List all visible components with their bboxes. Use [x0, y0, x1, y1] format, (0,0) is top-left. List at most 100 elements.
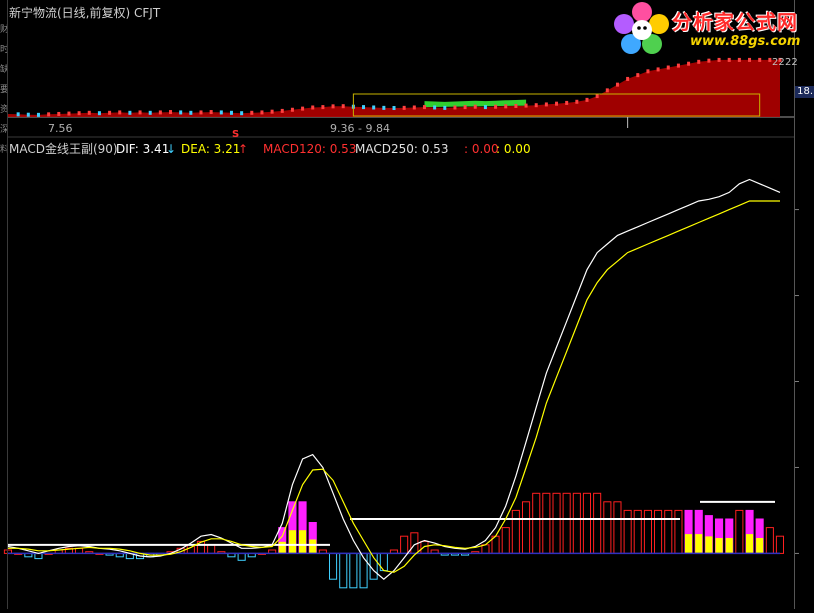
- left-tab-char[interactable]: 料: [0, 142, 7, 155]
- macd-bar-yellow: [756, 538, 764, 554]
- macd-bar: [775, 535, 785, 554]
- price-candle: [534, 103, 538, 108]
- price-candle: [483, 105, 487, 110]
- dif-value: DIF: 3.41: [116, 142, 170, 156]
- left-tab-char[interactable]: 资: [0, 102, 7, 115]
- price-candle: [422, 105, 426, 110]
- dif-arrow-icon: ↓: [166, 142, 177, 156]
- price-candle: [453, 105, 457, 110]
- macd-bar: [735, 509, 744, 554]
- macd-bar: [400, 535, 409, 554]
- price-candle: [108, 110, 112, 115]
- price-candle: [301, 106, 305, 111]
- left-tab-char[interactable]: 财: [0, 22, 7, 35]
- price-candle: [748, 57, 752, 62]
- sell-marker: S: [232, 129, 240, 140]
- price-candle: [128, 110, 132, 115]
- price-candle: [270, 109, 274, 114]
- price-candle: [311, 105, 315, 110]
- price-candle: [494, 104, 498, 109]
- price-candle: [372, 105, 376, 110]
- price-high-label-2: 22: [785, 57, 798, 68]
- price-candle: [138, 110, 142, 115]
- macd-bar: [654, 509, 663, 554]
- price-candle: [504, 104, 508, 109]
- price-candle: [209, 110, 213, 115]
- price-candle: [524, 103, 528, 108]
- price-candle: [717, 57, 721, 62]
- macd-bar: [542, 492, 551, 554]
- price-candle: [737, 57, 741, 62]
- left-tab-strip[interactable]: 财时缺要资深料: [0, 0, 8, 609]
- macd-bar: [562, 492, 571, 554]
- chart-canvas: [3, 57, 799, 589]
- macd120-value: MACD120: 0.53: [263, 142, 357, 156]
- price-candle: [229, 110, 233, 115]
- site-logo: 分析家公式网 www.88gs.com: [610, 0, 814, 58]
- price-candle: [676, 63, 680, 68]
- macd-bar: [572, 492, 581, 554]
- logo-title: 分析家公式网: [672, 10, 798, 34]
- right-price-scale: 18.: [794, 0, 814, 609]
- price-candle: [575, 99, 579, 104]
- extra-value-2: : 0.00: [496, 142, 531, 156]
- price-candle: [412, 105, 416, 110]
- price-candle: [555, 101, 559, 106]
- price-candle: [16, 112, 20, 117]
- macd-bar: [329, 552, 338, 580]
- price-candle: [697, 59, 701, 64]
- price-candle: [758, 57, 762, 62]
- macd-bar-yellow: [715, 538, 723, 554]
- price-candle: [240, 111, 244, 116]
- macd-bar: [593, 492, 602, 554]
- price-candle: [219, 110, 223, 115]
- price-candle: [280, 108, 284, 113]
- price-candle: [321, 105, 325, 110]
- macd-bar: [420, 540, 429, 554]
- price-candle: [392, 106, 396, 111]
- macd-bar: [481, 544, 490, 554]
- price-candle: [687, 61, 691, 66]
- macd-bar: [349, 552, 358, 589]
- macd-bar: [552, 492, 561, 554]
- price-candle: [514, 103, 518, 108]
- chart-title: 新宁物流(日线,前复权) CFJT: [9, 6, 161, 20]
- macd-bar-yellow: [695, 534, 703, 554]
- macd-bar: [765, 527, 774, 554]
- price-candle: [57, 111, 61, 116]
- price-candle: [626, 76, 630, 81]
- left-tab-char[interactable]: 时: [0, 42, 7, 55]
- price-candle: [656, 67, 660, 72]
- price-candle: [341, 104, 345, 109]
- macd-bar: [532, 492, 541, 554]
- macd-bar: [501, 527, 510, 554]
- price-candle: [260, 110, 264, 115]
- chart-stage: [0, 0, 814, 609]
- macd-bar-yellow: [685, 534, 693, 554]
- left-tab-char[interactable]: 缺: [0, 62, 7, 75]
- dea-value: DEA: 3.21: [181, 142, 241, 156]
- macd-bar: [582, 492, 592, 554]
- price-candle: [77, 111, 81, 116]
- price-scale-tag: 18.: [795, 86, 814, 98]
- price-candle: [666, 65, 670, 70]
- price-candle: [433, 105, 437, 110]
- macd-bar: [339, 552, 348, 589]
- price-candle: [87, 110, 91, 115]
- price-candle: [544, 102, 548, 107]
- price-candle: [595, 94, 599, 99]
- macd-bar: [237, 552, 246, 561]
- price-candle: [189, 110, 193, 115]
- price-candle: [47, 112, 51, 117]
- left-tab-char[interactable]: 要: [0, 82, 7, 95]
- price-candle: [382, 105, 386, 110]
- macd-bar: [664, 509, 673, 554]
- price-candle: [362, 105, 366, 110]
- price-candle: [169, 110, 173, 115]
- left-tab-char[interactable]: 深: [0, 122, 7, 135]
- price-candle: [473, 104, 477, 109]
- macd-bar: [613, 501, 622, 554]
- macd-bar-yellow: [746, 534, 754, 554]
- price-candle: [402, 105, 406, 110]
- price-candle: [199, 110, 203, 115]
